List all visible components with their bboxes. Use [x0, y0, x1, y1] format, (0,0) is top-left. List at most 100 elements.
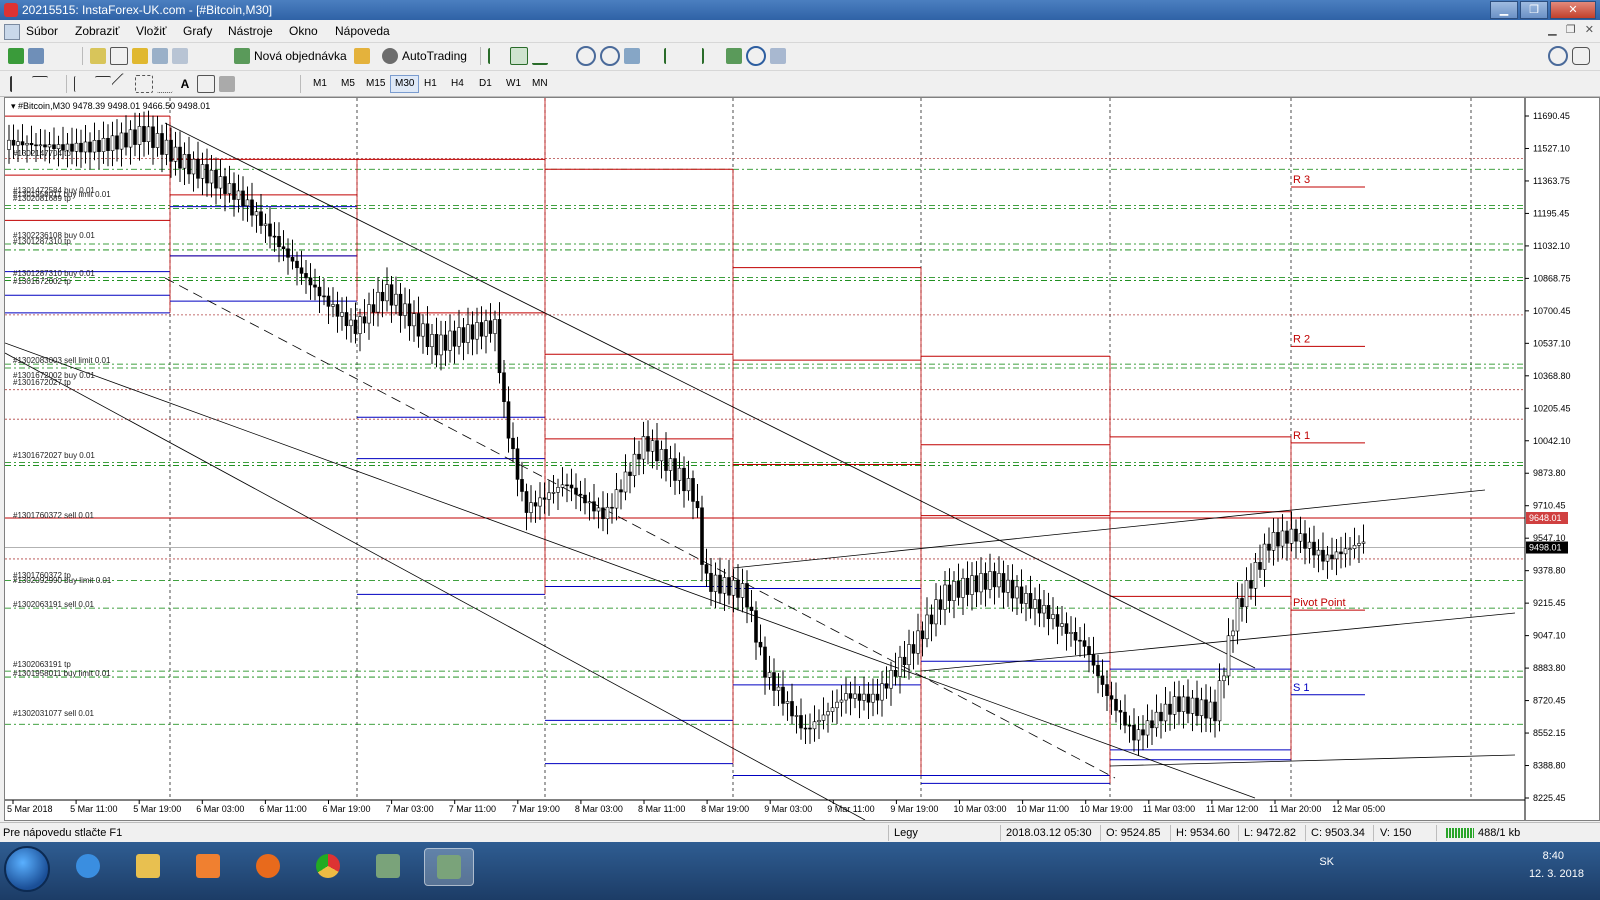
new-order-label: Nová objednávka	[254, 49, 347, 63]
candle-body	[731, 580, 736, 596]
menu-file[interactable]: Súbor	[26, 24, 58, 38]
market-watch-icon[interactable]	[90, 48, 106, 64]
chart-window[interactable]: R 3 R 2 R 1 Pivot Point S 1 #1302147704 tp #1…	[4, 97, 1600, 821]
candle-body	[1312, 541, 1316, 556]
menu-window[interactable]: Okno	[289, 24, 318, 38]
line-chart-icon[interactable]	[532, 47, 548, 65]
taskbar-explorer[interactable]	[124, 848, 172, 884]
candle-body	[1159, 711, 1163, 722]
maximize-button[interactable]: ❐	[1520, 1, 1548, 19]
menu-charts[interactable]: Grafy	[183, 24, 212, 38]
equidistant-channel-icon[interactable]	[135, 75, 153, 93]
candle-body	[20, 141, 25, 146]
menu-help[interactable]: Nápoveda	[335, 24, 390, 38]
price-chart[interactable]: R 3 R 2 R 1 Pivot Point S 1 #1302147704 tp #1…	[5, 98, 1599, 820]
timeframe-h1[interactable]: H1	[419, 75, 442, 93]
candle-body	[668, 458, 673, 471]
candle-body	[596, 507, 601, 512]
collapse-icon[interactable]: ▾	[11, 101, 16, 111]
candle-body	[718, 574, 722, 594]
taskbar-firefox[interactable]	[244, 848, 292, 884]
search-icon[interactable]	[1548, 46, 1568, 66]
candle-body	[515, 448, 520, 480]
horizontal-line-icon[interactable]	[95, 75, 111, 93]
zoom-in-icon[interactable]	[576, 46, 596, 66]
status-high: H: 9534.60	[1176, 827, 1230, 839]
candle-body	[272, 235, 277, 238]
candle-body	[16, 141, 20, 146]
autotrading-button[interactable]: AutoTrading	[382, 47, 467, 65]
taskbar-terminal-2[interactable]	[424, 848, 474, 886]
text-label-icon[interactable]	[197, 75, 215, 93]
timeframe-m15[interactable]: M15	[361, 75, 390, 93]
child-restore-icon[interactable]: ❐	[1566, 24, 1576, 36]
terminal-icon[interactable]	[152, 48, 168, 64]
menu-tools[interactable]: Nástroje	[228, 24, 273, 38]
crosshair-icon[interactable]	[32, 75, 48, 93]
profile-name[interactable]: Legy	[894, 827, 918, 839]
status-traffic: 488/1 kb	[1478, 827, 1521, 839]
timeframe-d1[interactable]: D1	[474, 75, 497, 93]
templates-icon[interactable]	[770, 48, 786, 64]
chat-icon[interactable]	[1572, 47, 1590, 65]
candle-body	[1190, 697, 1195, 714]
fibonacci-icon[interactable]	[157, 76, 173, 93]
taskbar-ie[interactable]	[64, 848, 112, 884]
clock-time[interactable]: 8:40	[1543, 850, 1564, 862]
zoom-out-icon[interactable]	[600, 46, 620, 66]
candle-body	[1253, 562, 1258, 589]
clock-date[interactable]: 12. 3. 2018	[1529, 868, 1584, 880]
periods-icon[interactable]	[746, 46, 766, 66]
vertical-line-icon[interactable]	[74, 76, 91, 92]
timeframe-m30[interactable]: M30	[390, 75, 420, 93]
cursor-icon[interactable]	[10, 76, 28, 92]
menu-view[interactable]: Zobraziť	[75, 24, 120, 38]
child-close-icon[interactable]: ✕	[1585, 24, 1594, 36]
status-open: O: 9524.85	[1106, 827, 1161, 839]
metaeditor-button[interactable]	[354, 47, 370, 65]
arrows-icon[interactable]	[219, 76, 235, 92]
pivot-label: R 2	[1293, 333, 1310, 345]
candle-body	[569, 484, 574, 489]
candle-body	[1213, 701, 1217, 722]
new-chart-icon[interactable]	[8, 48, 24, 64]
child-minimize-icon[interactable]: ▁	[1548, 24, 1556, 36]
time-tick-label: 7 Mar 11:00	[449, 804, 496, 814]
close-button[interactable]: ✕	[1550, 1, 1596, 19]
start-button[interactable]	[4, 846, 50, 892]
candle-body	[961, 577, 965, 598]
trendline-icon[interactable]	[111, 72, 135, 96]
timeframe-m1[interactable]: M1	[308, 75, 332, 93]
candle-body	[1060, 623, 1064, 627]
candle-body	[1001, 573, 1006, 593]
indicators-icon[interactable]	[726, 48, 742, 64]
tester-icon[interactable]	[172, 48, 188, 64]
navigator-icon[interactable]	[132, 48, 148, 64]
candle-body	[326, 295, 331, 307]
candlestick-icon[interactable]	[510, 47, 528, 65]
text-icon[interactable]: A	[177, 76, 193, 92]
data-window-icon[interactable]	[110, 47, 128, 65]
auto-scroll-icon[interactable]	[686, 48, 704, 64]
timeframe-w1[interactable]: W1	[501, 75, 526, 93]
candle-body	[655, 440, 659, 462]
taskbar-media[interactable]	[184, 848, 232, 884]
taskbar-chrome[interactable]	[304, 848, 352, 884]
language-indicator[interactable]: SK	[1319, 856, 1334, 868]
chart-shift-icon[interactable]	[664, 48, 682, 64]
timeframe-mn[interactable]: MN	[527, 75, 553, 93]
timeframe-m5[interactable]: M5	[336, 75, 360, 93]
connection-bars-icon	[1446, 828, 1474, 838]
new-order-button[interactable]: Nová objednávka	[234, 47, 347, 65]
candle-body	[614, 489, 619, 509]
minimize-button[interactable]: ▁	[1490, 1, 1518, 19]
profiles-icon[interactable]	[28, 48, 44, 64]
candle-body	[29, 143, 34, 146]
tile-windows-icon[interactable]	[624, 48, 640, 64]
taskbar-terminal-1[interactable]	[364, 848, 412, 884]
timeframe-h4[interactable]: H4	[446, 75, 469, 93]
tray-icons[interactable]	[1352, 856, 1502, 870]
menu-insert[interactable]: Vložiť	[136, 24, 167, 38]
bar-chart-icon[interactable]	[488, 48, 506, 64]
candle-body	[164, 139, 169, 155]
